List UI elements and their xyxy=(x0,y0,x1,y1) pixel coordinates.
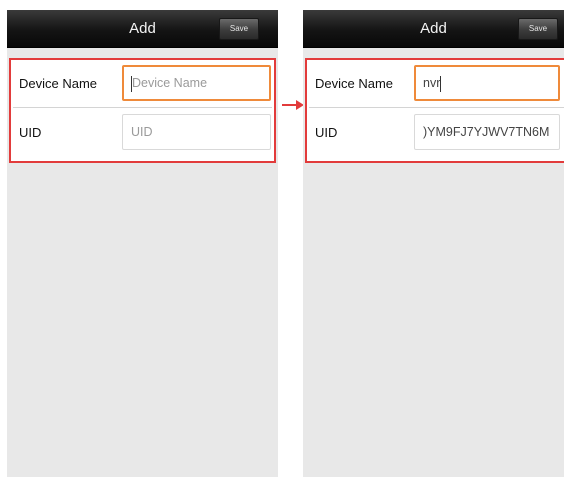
device-name-input[interactable]: nvr xyxy=(414,65,560,101)
title-bar: Add Save xyxy=(303,10,564,48)
device-name-input[interactable]: Device Name xyxy=(122,65,271,101)
uid-input[interactable]: UID xyxy=(122,114,271,150)
device-name-label: Device Name xyxy=(19,76,98,91)
uid-placeholder: UID xyxy=(131,125,153,139)
save-button[interactable]: Save xyxy=(219,18,259,40)
device-name-value: nvr xyxy=(423,76,441,90)
device-form-highlight: Device Name nvr UID )YM9FJ7YJWV7TN6M xyxy=(305,58,564,163)
save-button[interactable]: Save xyxy=(518,18,558,40)
screen-add-filled: Add Save Device Name nvr UID )YM9FJ7YJWV… xyxy=(303,10,564,477)
uid-label: UID xyxy=(19,125,42,140)
uid-row: UID )YM9FJ7YJWV7TN6M xyxy=(309,109,564,157)
arrow-right-icon xyxy=(282,100,304,110)
device-name-placeholder: Device Name xyxy=(132,76,208,90)
uid-input[interactable]: )YM9FJ7YJWV7TN6M xyxy=(414,114,560,150)
title-bar: Add Save xyxy=(7,10,278,48)
uid-label: UID xyxy=(315,125,338,140)
device-form-highlight: Device Name Device Name UID UID xyxy=(9,58,276,163)
uid-row: UID UID xyxy=(13,109,272,157)
device-name-row: Device Name Device Name xyxy=(13,60,272,108)
device-name-row: Device Name nvr xyxy=(309,60,564,108)
text-caret xyxy=(440,75,442,92)
device-name-label: Device Name xyxy=(315,76,394,91)
uid-value: )YM9FJ7YJWV7TN6M xyxy=(423,125,550,139)
screen-add-empty: Add Save Device Name Device Name UID UID xyxy=(7,10,278,477)
